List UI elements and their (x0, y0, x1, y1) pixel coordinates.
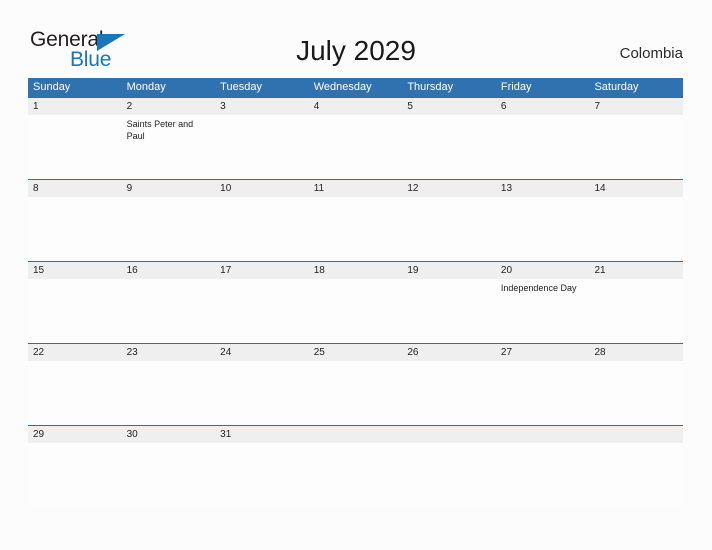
page-title: July 2029 (296, 35, 416, 66)
day-event-cell[interactable] (496, 361, 590, 425)
date-number[interactable]: 27 (496, 344, 590, 361)
week-date-numbers: 22 23 24 25 26 27 28 (28, 343, 683, 361)
day-event-cell[interactable] (589, 197, 683, 261)
calendar-week-row: 15 16 17 18 19 20 21 Independence Day (28, 261, 683, 343)
date-number (402, 426, 496, 443)
weekday-header-thursday: Thursday (407, 81, 454, 93)
day-event-cell[interactable] (309, 197, 403, 261)
date-number[interactable]: 5 (402, 98, 496, 115)
day-event-cell[interactable] (122, 361, 216, 425)
date-number[interactable]: 19 (402, 262, 496, 279)
day-event-cell[interactable] (309, 279, 403, 343)
date-number[interactable]: 22 (28, 344, 122, 361)
day-event-cell[interactable] (496, 115, 590, 179)
date-number[interactable]: 20 (496, 262, 590, 279)
day-event-cell[interactable] (28, 443, 122, 507)
date-number[interactable]: 25 (309, 344, 403, 361)
day-event-cell (402, 443, 496, 507)
day-event-cell[interactable]: Saints Peter and Paul (122, 115, 216, 179)
date-number[interactable]: 17 (215, 262, 309, 279)
day-event-cell[interactable] (28, 115, 122, 179)
date-number[interactable]: 23 (122, 344, 216, 361)
date-number[interactable]: 3 (215, 98, 309, 115)
day-event-cell[interactable] (402, 279, 496, 343)
date-number (496, 426, 590, 443)
date-number[interactable]: 29 (28, 426, 122, 443)
weekday-header-friday: Friday (500, 81, 532, 93)
day-event-cell (589, 443, 683, 507)
date-number[interactable]: 24 (215, 344, 309, 361)
date-number[interactable]: 13 (496, 180, 590, 197)
day-event-cell[interactable] (28, 197, 122, 261)
day-event-cell[interactable] (215, 115, 309, 179)
date-number[interactable]: 26 (402, 344, 496, 361)
week-date-numbers: 15 16 17 18 19 20 21 (28, 261, 683, 279)
day-event-cell[interactable] (215, 197, 309, 261)
day-event-cell[interactable] (496, 197, 590, 261)
date-number (309, 426, 403, 443)
calendar-week-row: 29 30 31 (28, 425, 683, 507)
calendar-week-row: 22 23 24 25 26 27 28 (28, 343, 683, 425)
day-event-cell[interactable] (122, 443, 216, 507)
weekday-header-row: Sunday Monday Tuesday Wednesday Thursday… (28, 78, 683, 97)
date-number[interactable]: 18 (309, 262, 403, 279)
date-number[interactable]: 30 (122, 426, 216, 443)
week-event-cells (28, 197, 683, 261)
date-number[interactable]: 15 (28, 262, 122, 279)
week-event-cells: Independence Day (28, 279, 683, 343)
day-event-cell[interactable] (402, 361, 496, 425)
date-number (589, 426, 683, 443)
day-event-cell[interactable] (402, 197, 496, 261)
calendar-page: General Blue July 2029 Colombia Sunday M… (0, 0, 712, 550)
calendar-grid: Sunday Monday Tuesday Wednesday Thursday… (28, 78, 683, 507)
date-number[interactable]: 7 (589, 98, 683, 115)
day-event-cell[interactable] (215, 361, 309, 425)
day-event-cell[interactable] (589, 361, 683, 425)
date-number[interactable]: 12 (402, 180, 496, 197)
day-event-cell[interactable] (215, 279, 309, 343)
calendar-week-row: 8 9 10 11 12 13 14 (28, 179, 683, 261)
day-event-cell[interactable] (589, 115, 683, 179)
date-number[interactable]: 4 (309, 98, 403, 115)
day-event-cell (496, 443, 590, 507)
date-number[interactable]: 11 (309, 180, 403, 197)
day-event-cell (309, 443, 403, 507)
date-number[interactable]: 31 (215, 426, 309, 443)
day-event-cell[interactable]: Independence Day (496, 279, 590, 343)
date-number[interactable]: 10 (215, 180, 309, 197)
day-event-cell[interactable] (122, 197, 216, 261)
day-event-cell[interactable] (589, 279, 683, 343)
day-event-cell[interactable] (309, 361, 403, 425)
date-number[interactable]: 2 (122, 98, 216, 115)
week-event-cells: Saints Peter and Paul (28, 115, 683, 179)
day-event-cell[interactable] (28, 279, 122, 343)
date-number[interactable]: 1 (28, 98, 122, 115)
weekday-header-monday: Monday (126, 81, 166, 93)
day-event-cell[interactable] (309, 115, 403, 179)
date-number[interactable]: 8 (28, 180, 122, 197)
week-date-numbers: 1 2 3 4 5 6 7 (28, 97, 683, 115)
date-number[interactable]: 16 (122, 262, 216, 279)
week-event-cells (28, 443, 683, 507)
weekday-header-tuesday: Tuesday (220, 81, 262, 93)
week-date-numbers: 8 9 10 11 12 13 14 (28, 179, 683, 197)
date-number[interactable]: 21 (589, 262, 683, 279)
date-number[interactable]: 14 (589, 180, 683, 197)
calendar-week-row: 1 2 3 4 5 6 7 Saints Peter and Paul (28, 97, 683, 179)
week-date-numbers: 29 30 31 (28, 425, 683, 443)
day-event-cell[interactable] (28, 361, 122, 425)
date-number[interactable]: 9 (122, 180, 216, 197)
day-event-cell[interactable] (122, 279, 216, 343)
week-event-cells (28, 361, 683, 425)
day-event-cell[interactable] (215, 443, 309, 507)
page-header: General Blue July 2029 Colombia (0, 0, 712, 78)
date-number[interactable]: 28 (589, 344, 683, 361)
date-number[interactable]: 6 (496, 98, 590, 115)
weekday-header-wednesday: Wednesday (313, 81, 372, 93)
weekday-header-saturday: Saturday (594, 81, 639, 93)
country-label: Colombia (619, 45, 683, 62)
weekday-header-sunday: Sunday (33, 81, 71, 93)
day-event-cell[interactable] (402, 115, 496, 179)
